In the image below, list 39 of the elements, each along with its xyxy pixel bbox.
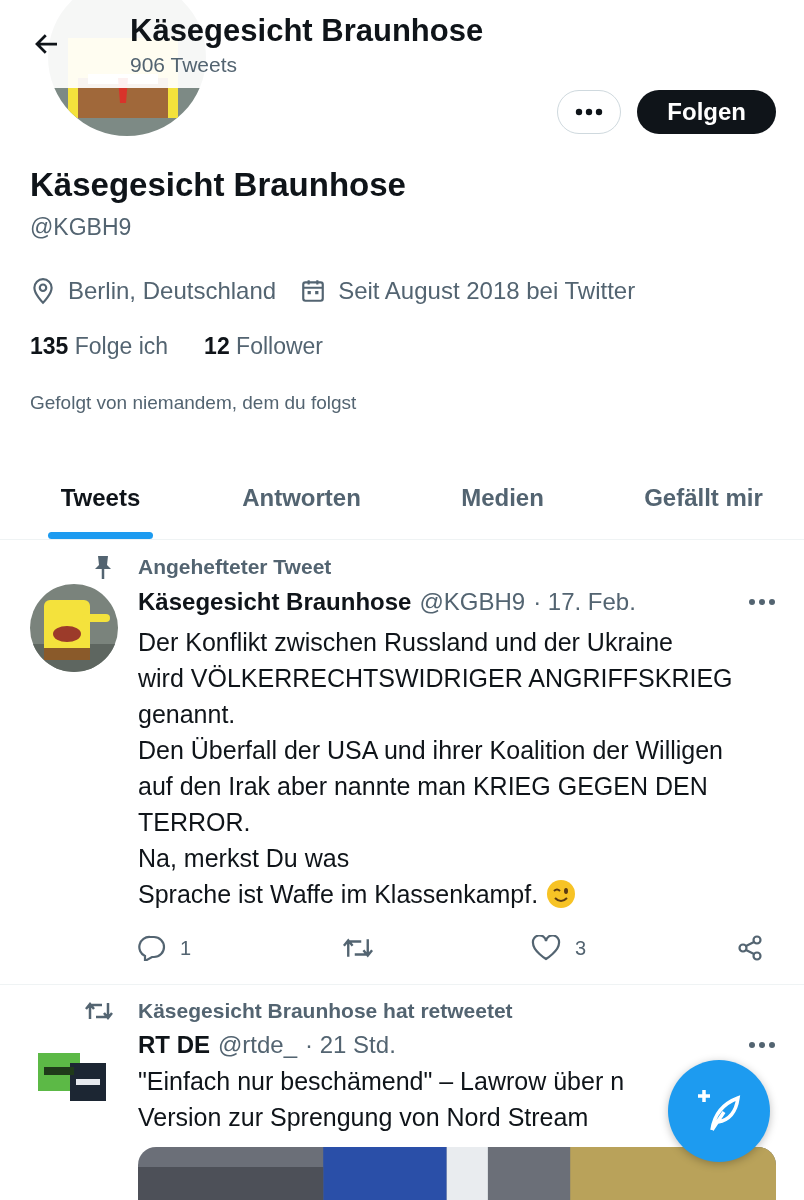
profile-tab[interactable]: Gefällt mir	[603, 466, 804, 539]
author-handle: @KGBH9	[419, 588, 526, 616]
tweet-text: Sprache ist Waffe im Klassenkampf.	[138, 879, 539, 910]
follow-stat[interactable]: 12 Follower	[204, 333, 323, 360]
followed-by-text: Gefolgt von niemandem, dem du folgst	[30, 392, 358, 414]
join-date: Seit August 2018 bei Twitter	[338, 277, 636, 305]
profile-handle: @KGBH9	[30, 214, 133, 241]
heart-icon	[530, 935, 561, 961]
follow-button[interactable]: Folgen	[637, 90, 776, 134]
location-text: Berlin, Deutschland	[68, 277, 277, 305]
more-icon[interactable]	[748, 1041, 776, 1049]
tweet-context: Angehefteter Tweet	[138, 555, 332, 579]
tweet-text: Version zur Sprengung von Nord Stream	[138, 1102, 589, 1133]
more-icon	[575, 108, 604, 116]
profile-tab[interactable]: Antworten	[201, 466, 402, 539]
author-name[interactable]: RT DE	[138, 1031, 210, 1059]
speech-bubble-icon	[138, 935, 166, 961]
reply-button[interactable]: 1	[138, 935, 192, 961]
author-handle: @rtde_	[218, 1031, 298, 1059]
more-button[interactable]	[557, 90, 622, 134]
tweet-time: · 21 Std.	[305, 1031, 396, 1059]
winking-face-icon	[546, 879, 577, 909]
like-button[interactable]: 3	[530, 935, 587, 961]
tweet-time: · 17. Feb.	[533, 588, 636, 616]
tweet-text: Der Konflikt zwischen Russland und der Ukraine wird VÖLKERRECHTSWIDRIGER ANGRIFFSKRIEG genannt. Den Überfall der USA und ihrer Koalition der Willigen auf den Irak aber nannte man KRIEG GEGEN DEN TERROR. Na, merkst Du was	[138, 627, 734, 874]
compose-button[interactable]	[668, 1060, 770, 1162]
calendar-icon	[300, 278, 327, 304]
profile-tab[interactable]: Tweets	[0, 466, 201, 539]
more-icon[interactable]	[748, 598, 776, 606]
location-pin-icon	[30, 277, 56, 305]
follow-stat[interactable]: 135 Folge ich	[30, 333, 169, 360]
tweet-count: 906 Tweets	[130, 53, 239, 77]
header-title: Käsegesicht Braunhose	[130, 13, 484, 49]
author-name[interactable]: Käsegesicht Braunhose	[138, 588, 412, 616]
tweet-text: "Einfach nur beschämend" – Lawrow über n	[138, 1066, 625, 1097]
profile-tab[interactable]: Medien	[402, 466, 603, 539]
tweet-context: Käsegesicht Braunhose hat retweetet	[138, 999, 513, 1023]
profile-name: Käsegesicht Braunhose	[30, 166, 407, 204]
share-icon	[735, 934, 764, 962]
